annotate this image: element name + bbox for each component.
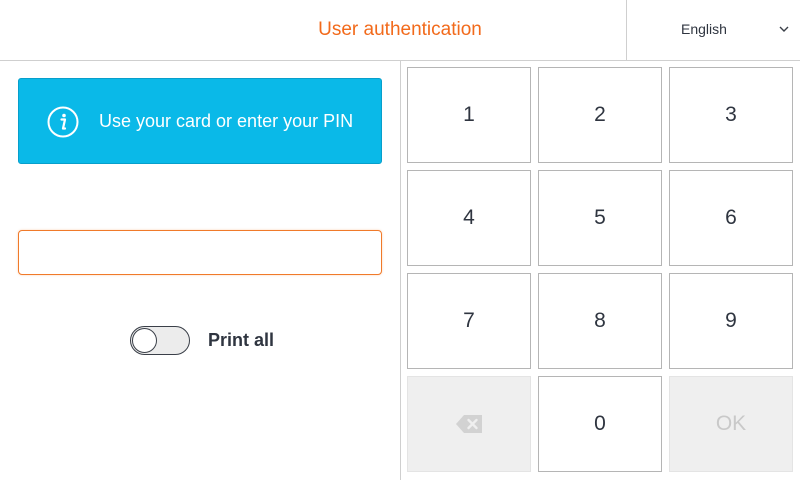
ok-button[interactable]: OK (669, 376, 793, 472)
key-5[interactable]: 5 (538, 170, 662, 266)
header: User authentication English (0, 0, 800, 61)
keypad: 1 2 3 4 5 6 7 8 9 0 OK (407, 67, 793, 472)
key-3[interactable]: 3 (669, 67, 793, 163)
toggle-knob (132, 328, 157, 353)
print-all-toggle[interactable] (130, 326, 190, 355)
key-9[interactable]: 9 (669, 273, 793, 369)
backspace-button[interactable] (407, 376, 531, 472)
print-all-label: Print all (208, 330, 275, 350)
pin-input[interactable] (18, 230, 382, 275)
language-selected-value: English (681, 21, 727, 37)
key-7[interactable]: 7 (407, 273, 531, 369)
key-2[interactable]: 2 (538, 67, 662, 163)
auth-screen: User authentication English Use your car… (0, 0, 800, 480)
language-select[interactable]: English (626, 0, 800, 60)
backspace-icon (456, 415, 482, 433)
pane-divider (400, 61, 401, 480)
chevron-down-icon (779, 26, 789, 32)
key-1[interactable]: 1 (407, 67, 531, 163)
key-6[interactable]: 6 (669, 170, 793, 266)
info-icon (47, 106, 79, 138)
left-pane: Use your card or enter your PIN Print al… (0, 61, 400, 480)
info-banner: Use your card or enter your PIN (18, 78, 382, 164)
info-message: Use your card or enter your PIN (99, 111, 354, 131)
key-8[interactable]: 8 (538, 273, 662, 369)
key-4[interactable]: 4 (407, 170, 531, 266)
key-0[interactable]: 0 (538, 376, 662, 472)
